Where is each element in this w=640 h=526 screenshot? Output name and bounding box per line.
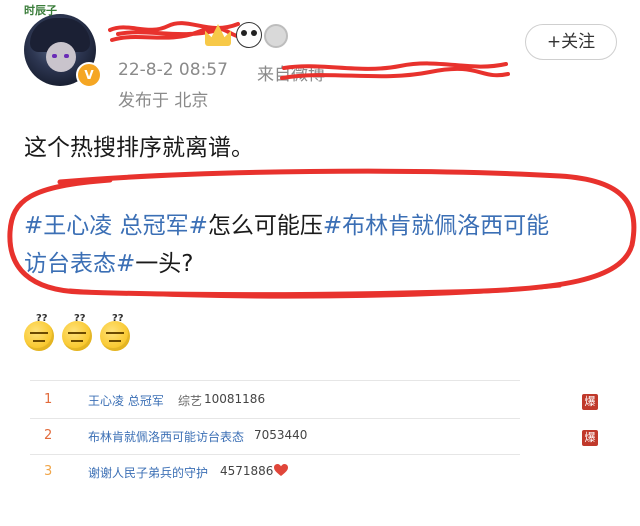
post-text-mid: 怎么可能压 [207, 213, 323, 239]
hot-title[interactable]: 布林肯就佩洛西可能访台表态 [88, 428, 244, 445]
panda-icon [236, 22, 262, 48]
list-item[interactable]: 3 谢谢人民子弟兵的守护 4571886 [30, 464, 610, 484]
hot-title[interactable]: 谢谢人民子弟兵的守护 [88, 464, 208, 481]
hot-badge: 爆 [582, 394, 598, 410]
hashtag-link[interactable]: #王心凌 总冠军# [24, 213, 208, 239]
post-date: 22-8-2 08:57 [118, 60, 228, 80]
rank-number: 3 [44, 464, 53, 479]
list-item[interactable]: 1 王心凌 总冠军 综艺 10081186 爆 [30, 392, 610, 412]
follow-button[interactable]: +关注 [525, 24, 617, 60]
rank-number: 1 [44, 392, 53, 407]
post-location: 发布于 北京 [118, 91, 209, 111]
hot-title[interactable]: 王心凌 总冠军 [88, 392, 164, 409]
rank-number: 2 [44, 428, 53, 443]
post-text-line3: 访台表态#一头? [24, 244, 194, 278]
avatar-tag: 时辰子 [24, 4, 57, 17]
confused-emoji: ?? [24, 313, 54, 351]
hashtag-link[interactable]: #布林肯就佩洛西可能 [323, 213, 549, 239]
confused-emoji: ?? [62, 313, 92, 351]
heart-icon [274, 464, 288, 476]
list-item[interactable]: 2 布林肯就佩洛西可能访台表态 7053440 爆 [30, 428, 610, 448]
hot-count: 4571886 [220, 464, 274, 478]
post-text-end: 一头? [135, 251, 194, 277]
verified-badge: V [76, 62, 102, 88]
hot-count: 10081186 [204, 392, 266, 406]
medal-icon [264, 24, 288, 48]
hashtag-link[interactable]: 访台表态# [24, 251, 135, 277]
hot-search-list: 1 王心凌 总冠军 综艺 10081186 爆 2 布林肯就佩洛西可能访台表态 … [30, 380, 610, 490]
hot-count: 7053440 [254, 428, 308, 442]
redacted-source-scribble [280, 61, 510, 80]
hot-category: 综艺 [178, 394, 203, 408]
post-text-line2: #王心凌 总冠军#怎么可能压#布林肯就佩洛西可能 [24, 206, 549, 240]
hot-badge: 爆 [582, 430, 598, 446]
confused-emoji: ?? [100, 313, 130, 351]
